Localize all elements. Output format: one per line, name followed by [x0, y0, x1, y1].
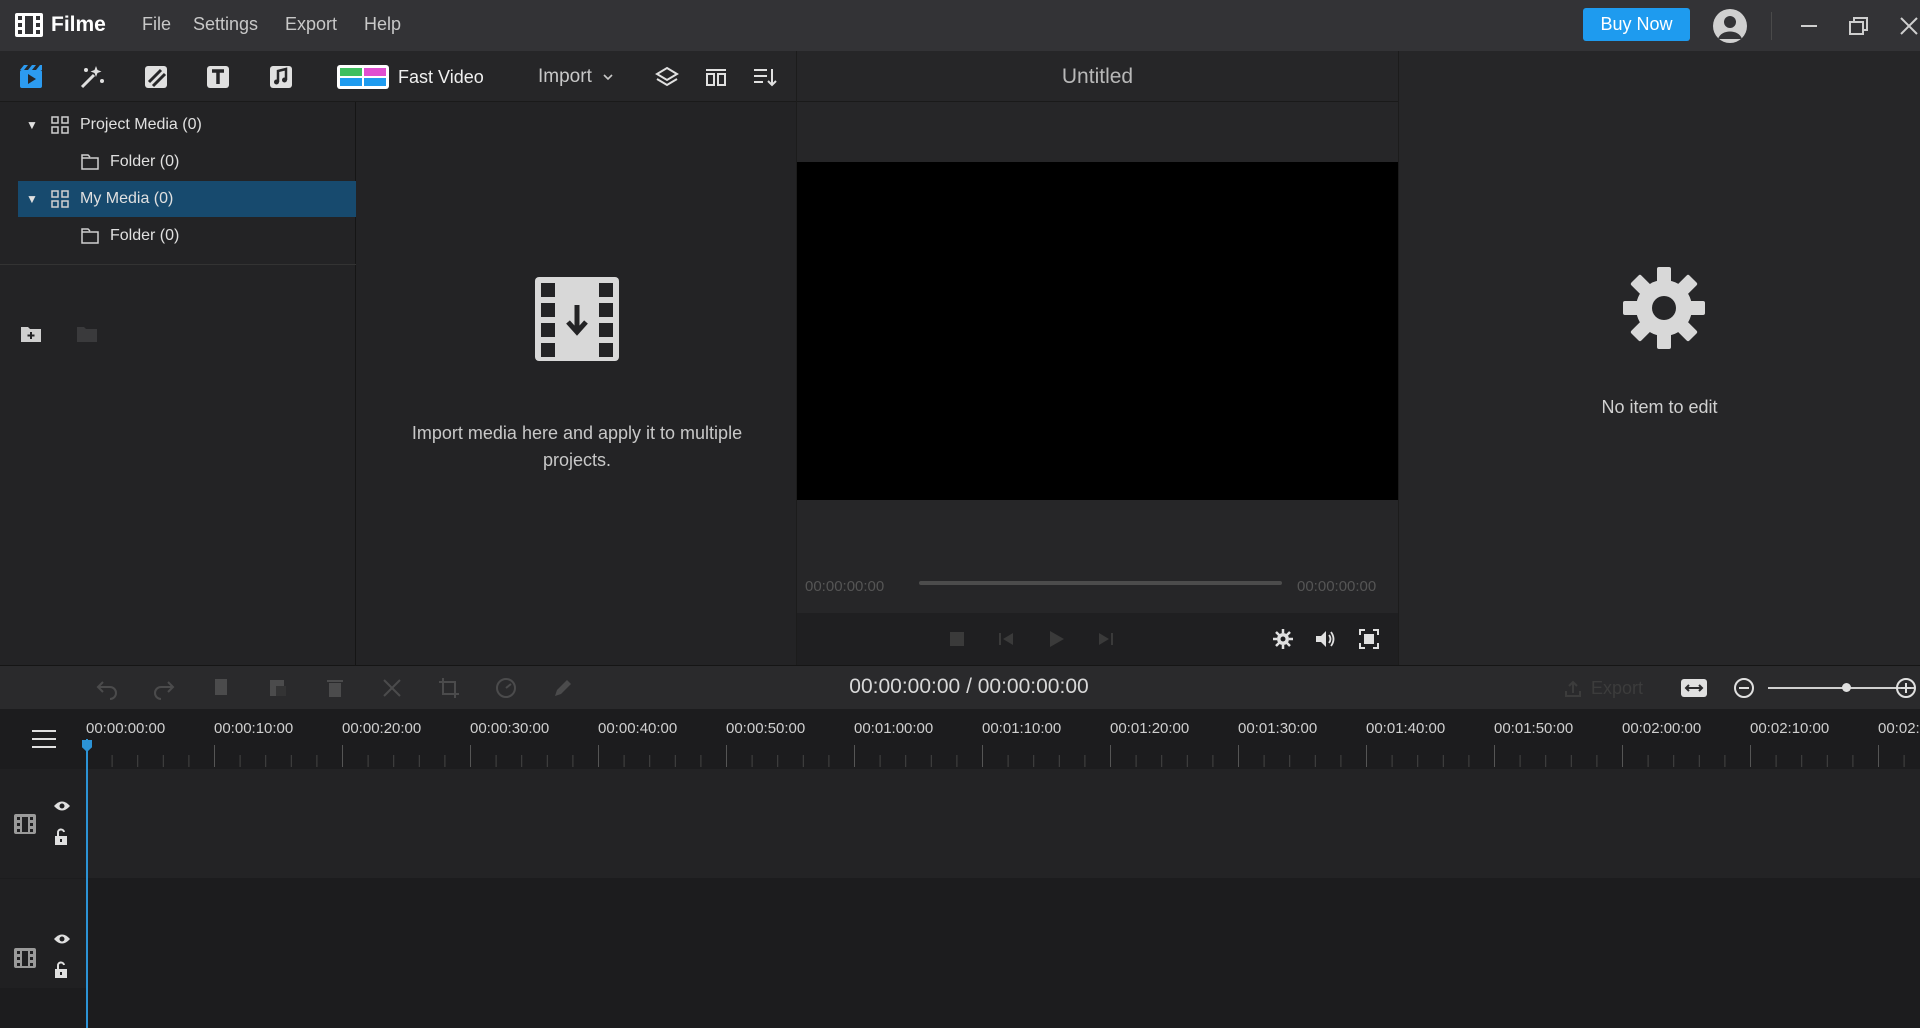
- menu-export[interactable]: Export: [285, 14, 337, 35]
- import-hint-text: Import media here and apply it to multip…: [411, 423, 743, 470]
- caret-down-icon[interactable]: ▼: [26, 118, 40, 132]
- export-button[interactable]: Export: [1563, 678, 1643, 699]
- settings-icon[interactable]: [1271, 627, 1295, 651]
- layers-icon[interactable]: [653, 63, 681, 91]
- fullscreen-icon[interactable]: [1357, 627, 1381, 651]
- preview-time-start: 00:00:00:00: [805, 578, 885, 595]
- zoom-out-icon[interactable]: [1733, 677, 1755, 699]
- caret-down-icon[interactable]: ▼: [26, 192, 40, 206]
- fit-timeline-icon[interactable]: [1680, 676, 1708, 700]
- playback-controls: [797, 613, 1398, 665]
- app-name: Filme: [51, 13, 106, 36]
- buy-now-button[interactable]: Buy Now: [1583, 8, 1690, 41]
- tree-item-project-media[interactable]: ▼ Project Media (0): [18, 107, 356, 143]
- previous-frame-icon[interactable]: [995, 627, 1019, 651]
- video-track-1[interactable]: [0, 769, 1920, 878]
- user-icon: [1718, 16, 1742, 39]
- hamburger-icon[interactable]: [31, 729, 57, 749]
- preview-time-end: 00:00:00:00: [1297, 578, 1377, 595]
- text-icon[interactable]: [204, 63, 232, 91]
- preview-scrubber[interactable]: [919, 581, 1282, 585]
- avatar[interactable]: [1713, 9, 1747, 43]
- next-frame-icon[interactable]: [1093, 627, 1117, 651]
- library-toolbar: Fast Video Import: [0, 51, 796, 102]
- export-icon: [1565, 680, 1581, 697]
- no-item-text: No item to edit: [1601, 397, 1718, 417]
- media-drop-area[interactable]: Import media here and apply it to multip…: [357, 102, 796, 665]
- import-label: Import: [538, 66, 592, 87]
- tree-item-label: Folder (0): [110, 227, 180, 244]
- fast-video-label: Fast Video: [398, 66, 484, 87]
- media-tree: ▼ Project Media (0) Folder (0) ▼ My Medi…: [0, 102, 356, 665]
- import-dropdown[interactable]: Import: [538, 66, 618, 88]
- unlock-icon[interactable]: [53, 961, 69, 979]
- tree-item-my-folder[interactable]: Folder (0): [18, 218, 356, 254]
- title-divider: [1771, 12, 1772, 40]
- export-label: Export: [1591, 678, 1644, 698]
- tree-item-label: Folder (0): [110, 153, 180, 170]
- music-icon[interactable]: [267, 63, 295, 91]
- tree-divider: [0, 264, 356, 265]
- import-media-icon: [535, 277, 619, 361]
- restore-icon[interactable]: [1846, 13, 1872, 39]
- layout-icon[interactable]: [702, 63, 730, 91]
- stop-icon[interactable]: [945, 627, 969, 651]
- filme-logo-icon: [15, 13, 43, 37]
- minimize-icon[interactable]: [1796, 13, 1822, 39]
- timeline-menu-area: [0, 709, 86, 769]
- app-logo: Filme: [14, 10, 106, 40]
- folder-icon: [81, 228, 99, 244]
- tree-item-label: My Media (0): [80, 190, 174, 207]
- folder-disabled-icon: [77, 327, 97, 342]
- timeline-ruler[interactable]: 00:00:00:00 00:00:10:00 00:00:20:00 00:00:3…: [86, 709, 1920, 769]
- zoom-slider-handle[interactable]: [1842, 683, 1851, 692]
- zoom-in-icon[interactable]: [1895, 677, 1917, 699]
- menu-file[interactable]: File: [142, 14, 171, 35]
- menu-settings[interactable]: Settings: [193, 14, 258, 35]
- new-folder-icon[interactable]: [20, 325, 42, 343]
- sort-icon[interactable]: [750, 63, 778, 91]
- track-header: [0, 879, 86, 988]
- timeline-toolbar: 00:00:00:00 / 00:00:00:00 Export: [0, 665, 1920, 709]
- timeline-panel: 00:00:00:00 00:00:10:00 00:00:20:00 00:00:3…: [0, 709, 1920, 1028]
- tree-item-my-media[interactable]: ▼ My Media (0): [18, 181, 356, 217]
- project-title: Untitled: [797, 51, 1398, 102]
- folder-icon: [81, 154, 99, 170]
- video-track-2[interactable]: [0, 879, 1920, 988]
- chevron-down-icon: [603, 74, 613, 81]
- effects-icon[interactable]: [78, 63, 106, 91]
- grid-icon: [51, 116, 69, 134]
- tree-item-project-folder[interactable]: Folder (0): [18, 144, 356, 180]
- transitions-icon[interactable]: [142, 63, 170, 91]
- fast-video-icon: [337, 65, 389, 89]
- preview-panel: Untitled 00:00:00:00 00:00:00:00: [797, 51, 1398, 665]
- eye-icon[interactable]: [53, 799, 71, 813]
- title-bar: Filme File Settings Export Help Buy Now: [0, 0, 1920, 51]
- eye-icon[interactable]: [53, 932, 71, 946]
- grid-icon: [51, 190, 69, 208]
- track-header: [0, 769, 86, 878]
- menu-help[interactable]: Help: [364, 14, 401, 35]
- media-library-panel: Fast Video Import ▼ Project Media (0) Fo…: [0, 51, 796, 665]
- media-icon[interactable]: [17, 63, 45, 91]
- film-icon: [14, 948, 36, 968]
- preview-screen: [797, 162, 1398, 500]
- playhead[interactable]: [86, 739, 88, 1028]
- properties-panel: No item to edit: [1399, 51, 1920, 665]
- volume-icon[interactable]: [1313, 627, 1337, 651]
- tree-item-label: Project Media (0): [80, 116, 202, 133]
- unlock-icon[interactable]: [53, 828, 69, 846]
- close-icon[interactable]: [1896, 13, 1920, 39]
- play-icon[interactable]: [1044, 627, 1068, 651]
- gear-icon: [1623, 267, 1705, 349]
- ruler-ticks: [86, 745, 1905, 767]
- film-icon: [14, 814, 36, 834]
- fast-video-button[interactable]: Fast Video: [336, 63, 484, 91]
